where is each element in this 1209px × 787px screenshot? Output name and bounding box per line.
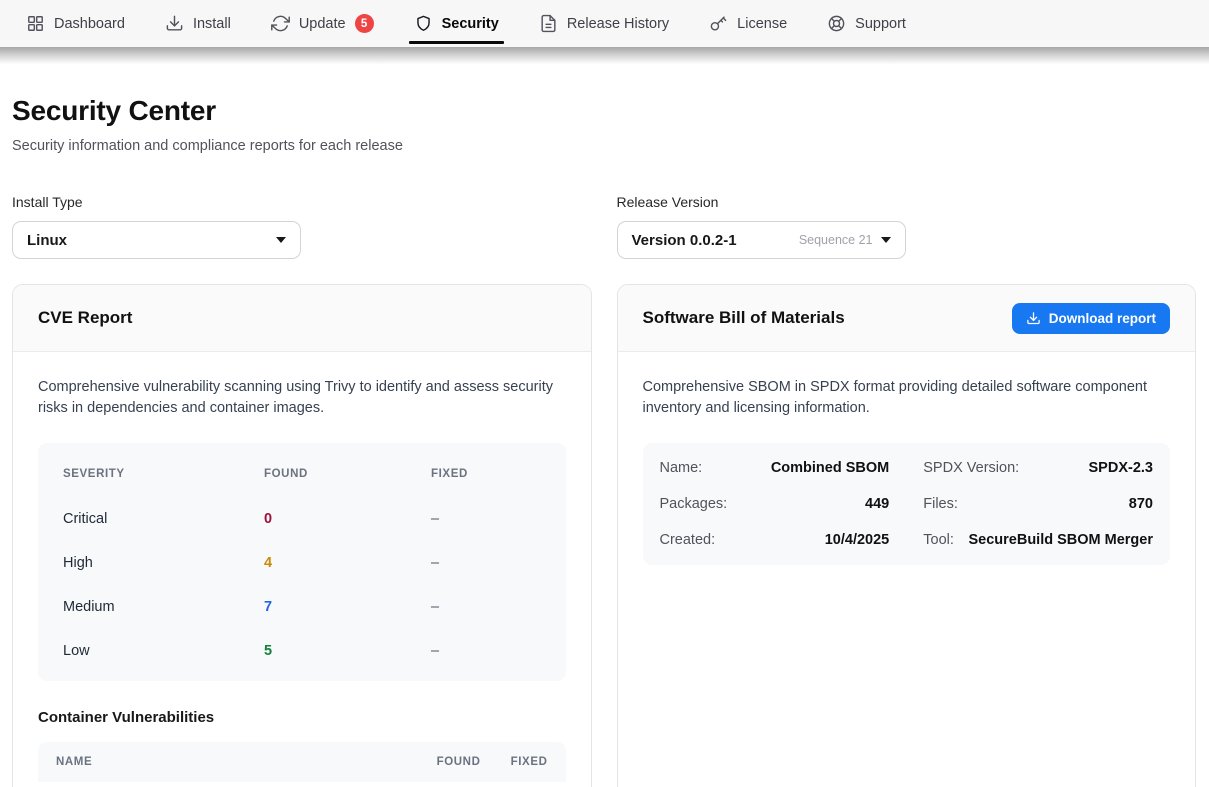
cve-report-header: CVE Report — [13, 285, 591, 352]
severity-label: Critical — [63, 511, 264, 527]
filters-row: Install Type Linux Release Version Versi… — [12, 194, 1196, 259]
download-report-button[interactable]: Download report — [1012, 303, 1170, 334]
release-version-value: Version 0.0.2-1 — [632, 232, 737, 249]
release-version-label: Release Version — [617, 194, 1197, 210]
nav-label: Update — [299, 16, 346, 32]
cve-report-title: CVE Report — [38, 308, 132, 328]
key-icon — [709, 14, 728, 33]
nav-tab-security[interactable]: Security — [401, 0, 512, 47]
sbom-title: Software Bill of Materials — [643, 308, 845, 328]
sbom-card: Software Bill of Materials Download repo… — [617, 284, 1197, 787]
column-header-found: FOUND — [393, 756, 481, 768]
column-header-fixed: FIXED — [431, 468, 541, 480]
detail-value: SecureBuild SBOM Merger — [968, 532, 1153, 548]
install-type-filter: Install Type Linux — [12, 194, 592, 259]
table-row-medium: Medium 7 – — [38, 585, 566, 629]
nav-label: License — [737, 16, 787, 32]
nav-tab-dashboard[interactable]: Dashboard — [13, 0, 138, 47]
refresh-icon — [271, 14, 290, 33]
severity-table-header: SEVERITY FOUND FIXED — [38, 451, 566, 497]
detail-value: 10/4/2025 — [825, 532, 890, 548]
column-header-found: FOUND — [264, 468, 431, 480]
sbom-detail-name: Name: Combined SBOM — [643, 450, 907, 486]
table-row-high: High 4 – — [38, 541, 566, 585]
chevron-down-icon — [881, 237, 891, 243]
nav-tab-support[interactable]: Support — [814, 0, 919, 47]
sbom-detail-packages: Packages: 449 — [643, 486, 907, 522]
shield-icon — [414, 14, 433, 33]
nav-tab-install[interactable]: Install — [152, 0, 244, 47]
update-count-badge: 5 — [355, 14, 374, 33]
container-vulnerabilities-table-header: NAME FOUND FIXED — [38, 742, 566, 782]
sbom-detail-spdx-version: SPDX Version: SPDX-2.3 — [906, 450, 1170, 486]
severity-label: Medium — [63, 599, 264, 615]
sbom-detail-created: Created: 10/4/2025 — [643, 522, 907, 558]
nav-shadow-divider — [0, 47, 1209, 64]
nav-tab-release-history[interactable]: Release History — [526, 0, 682, 47]
table-row-critical: Critical 0 – — [38, 497, 566, 541]
nav-label: Release History — [567, 16, 669, 32]
chevron-down-icon — [276, 237, 286, 243]
document-icon — [539, 14, 558, 33]
release-version-filter: Release Version Version 0.0.2-1 Sequence… — [617, 194, 1197, 259]
detail-label: SPDX Version: — [923, 460, 1019, 476]
sbom-header: Software Bill of Materials Download repo… — [618, 285, 1196, 352]
install-type-label: Install Type — [12, 194, 592, 210]
sbom-description: Comprehensive SBOM in SPDX format provid… — [643, 377, 1171, 420]
download-icon — [165, 14, 184, 33]
page-title: Security Center — [12, 95, 1196, 127]
install-type-select[interactable]: Linux — [12, 221, 301, 259]
download-report-label: Download report — [1049, 311, 1156, 326]
nav-label: Install — [193, 16, 231, 32]
sbom-details-panel: Name: Combined SBOM SPDX Version: SPDX-2… — [643, 443, 1171, 565]
nav-label: Support — [855, 16, 906, 32]
life-buoy-icon — [827, 14, 846, 33]
detail-label: Created: — [660, 532, 716, 548]
column-header-severity: SEVERITY — [63, 468, 264, 480]
nav-label: Dashboard — [54, 16, 125, 32]
fixed-count: – — [431, 643, 541, 659]
cve-report-description: Comprehensive vulnerability scanning usi… — [38, 377, 566, 420]
severity-table: SEVERITY FOUND FIXED Critical 0 – High 4… — [38, 443, 566, 681]
release-version-select[interactable]: Version 0.0.2-1 Sequence 21 — [617, 221, 906, 259]
found-count: 4 — [264, 555, 431, 571]
detail-label: Tool: — [923, 532, 954, 548]
dashboard-icon — [26, 14, 45, 33]
install-type-value: Linux — [27, 232, 67, 249]
detail-value: SPDX-2.3 — [1089, 460, 1153, 476]
table-row-low: Low 5 – — [38, 629, 566, 673]
sbom-detail-files: Files: 870 — [906, 486, 1170, 522]
found-count: 7 — [264, 599, 431, 615]
column-header-fixed: FIXED — [481, 756, 548, 768]
severity-label: High — [63, 555, 264, 571]
fixed-count: – — [431, 511, 541, 527]
nav-tab-license[interactable]: License — [696, 0, 800, 47]
fixed-count: – — [431, 599, 541, 615]
detail-label: Packages: — [660, 496, 728, 512]
release-sequence-label: Sequence 21 — [799, 233, 873, 247]
container-vulnerabilities-title: Container Vulnerabilities — [38, 709, 566, 726]
detail-value: Combined SBOM — [771, 460, 889, 476]
nav-tab-update[interactable]: Update 5 — [258, 0, 387, 47]
top-navigation: Dashboard Install Update 5 Security Rele… — [0, 0, 1209, 47]
download-icon — [1026, 311, 1041, 326]
detail-value: 449 — [865, 496, 889, 512]
detail-value: 870 — [1129, 496, 1153, 512]
page-subtitle: Security information and compliance repo… — [12, 138, 1196, 154]
detail-label: Name: — [660, 460, 703, 476]
column-header-name: NAME — [56, 756, 393, 768]
detail-label: Files: — [923, 496, 958, 512]
found-count: 0 — [264, 511, 431, 527]
found-count: 5 — [264, 643, 431, 659]
sbom-detail-tool: Tool: SecureBuild SBOM Merger — [906, 522, 1170, 558]
nav-label: Security — [442, 16, 499, 32]
severity-label: Low — [63, 643, 264, 659]
fixed-count: – — [431, 555, 541, 571]
cve-report-card: CVE Report Comprehensive vulnerability s… — [12, 284, 592, 787]
